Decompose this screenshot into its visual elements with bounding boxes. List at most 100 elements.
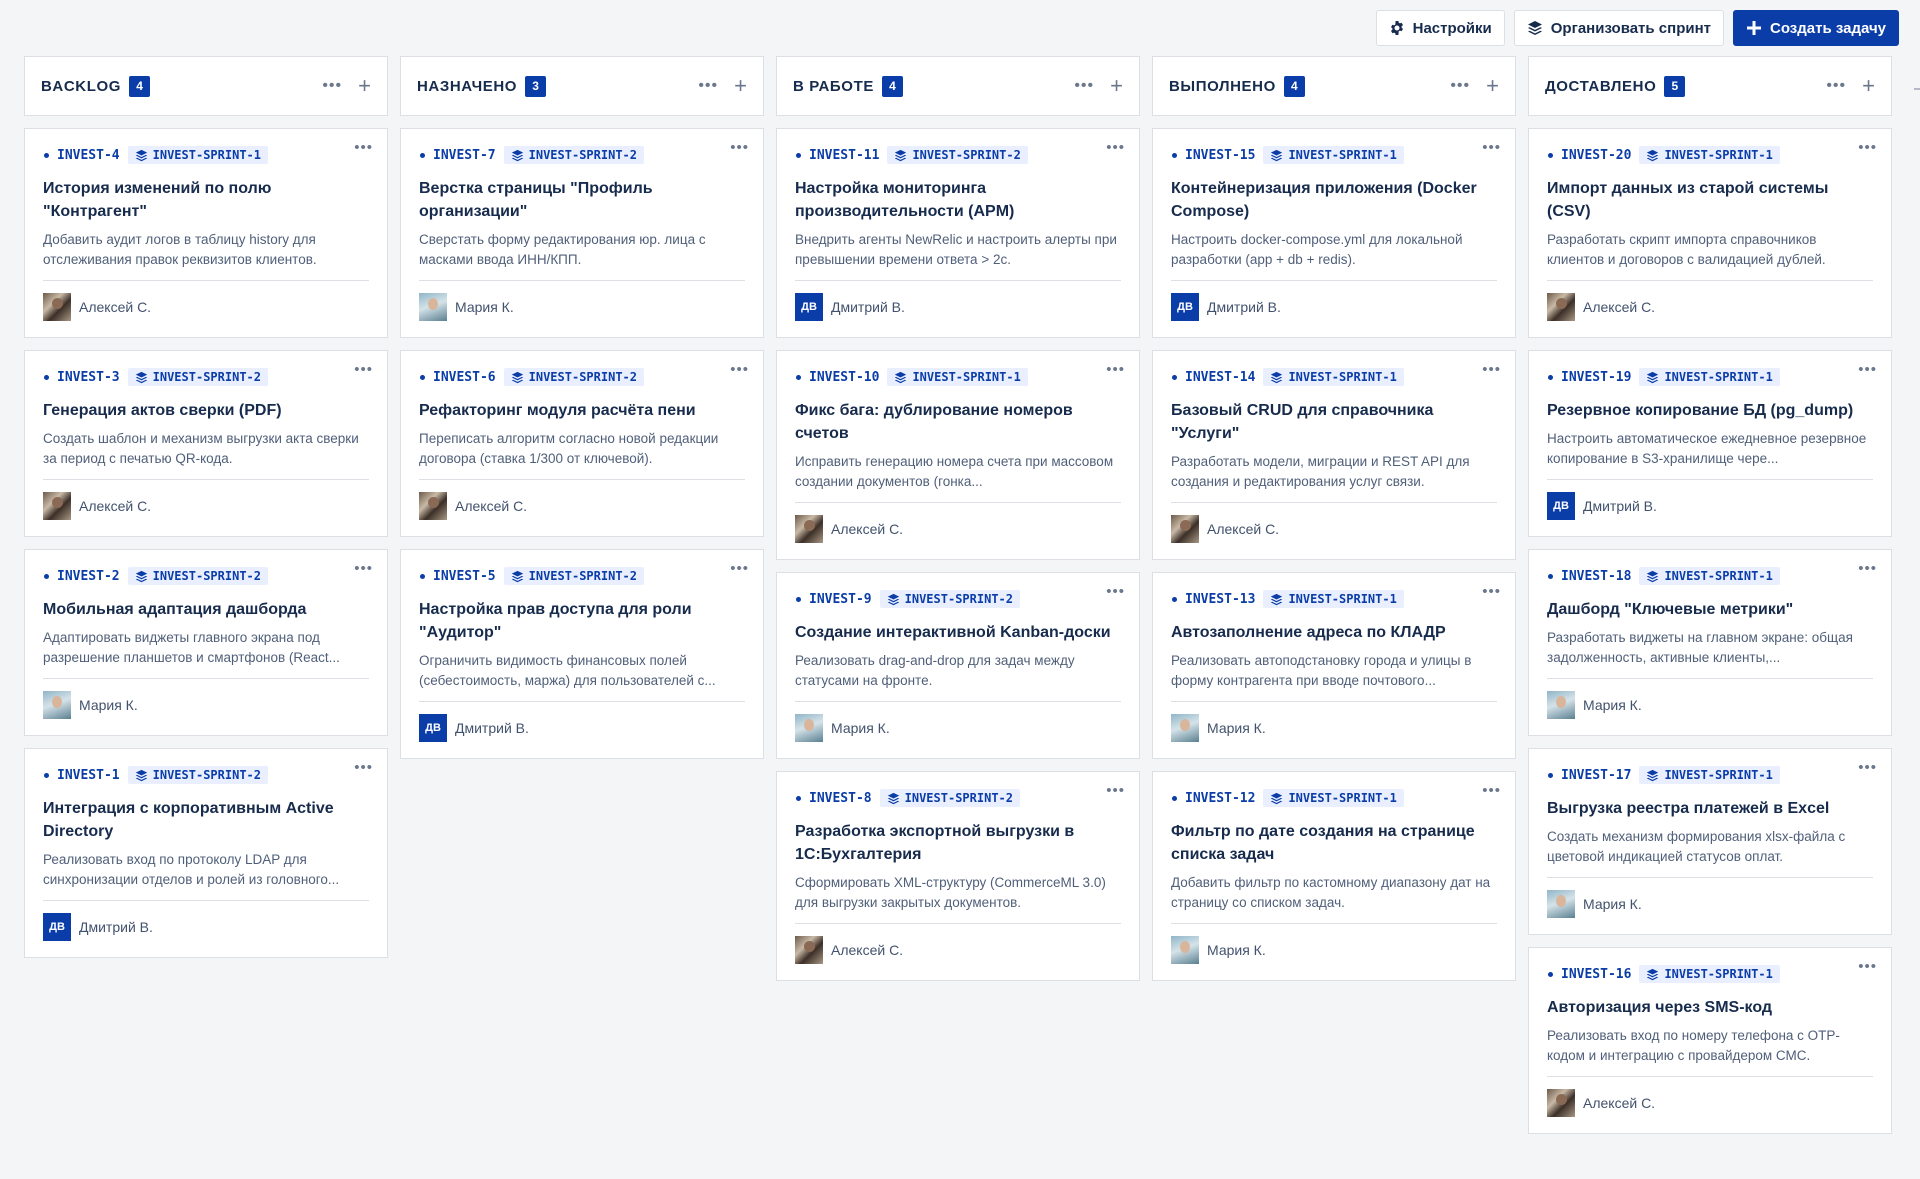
task-card[interactable]: INVEST-11 INVEST-SPRINT-2 ••• Настройка … xyxy=(776,128,1140,338)
card-description: Исправить генерацию номера счета при мас… xyxy=(795,452,1121,503)
assignee-name: Дмитрий В. xyxy=(79,919,153,935)
task-key[interactable]: INVEST-6 xyxy=(433,370,496,385)
card-menu-icon[interactable]: ••• xyxy=(1106,583,1125,600)
assignee-name: Алексей С. xyxy=(831,521,904,537)
task-key[interactable]: INVEST-14 xyxy=(1185,370,1255,385)
card-meta: INVEST-16 INVEST-SPRINT-1 xyxy=(1547,964,1873,984)
task-key[interactable]: INVEST-16 xyxy=(1561,967,1631,982)
task-key[interactable]: INVEST-7 xyxy=(433,148,496,163)
task-key[interactable]: INVEST-5 xyxy=(433,569,496,584)
task-card[interactable]: INVEST-1 INVEST-SPRINT-2 ••• Интеграция … xyxy=(24,748,388,958)
avatar xyxy=(43,293,71,321)
task-card[interactable]: INVEST-10 INVEST-SPRINT-1 ••• Фикс бага:… xyxy=(776,350,1140,560)
task-key[interactable]: INVEST-13 xyxy=(1185,592,1255,607)
add-card-icon[interactable]: + xyxy=(358,75,371,97)
task-card[interactable]: INVEST-18 INVEST-SPRINT-1 ••• Дашборд "К… xyxy=(1528,549,1892,736)
task-key[interactable]: INVEST-18 xyxy=(1561,569,1631,584)
more-horizontal-icon[interactable]: ••• xyxy=(1826,78,1846,94)
column-0: BACKLOG 4 ••• + INVEST-4 INVEST-SPRINT-1… xyxy=(24,56,388,970)
card-title: Базовый CRUD для справочника "Услуги" xyxy=(1171,402,1434,442)
avatar: ДВ xyxy=(43,913,71,941)
task-key[interactable]: INVEST-20 xyxy=(1561,148,1631,163)
layers-icon xyxy=(135,149,147,161)
card-menu-icon[interactable]: ••• xyxy=(1858,759,1877,776)
task-card[interactable]: INVEST-14 INVEST-SPRINT-1 ••• Базовый CR… xyxy=(1152,350,1516,560)
add-card-icon[interactable]: + xyxy=(1110,75,1123,97)
task-card[interactable]: INVEST-17 INVEST-SPRINT-1 ••• Выгрузка р… xyxy=(1528,748,1892,935)
card-menu-icon[interactable]: ••• xyxy=(1106,139,1125,156)
more-horizontal-icon[interactable]: ••• xyxy=(698,78,718,94)
task-card[interactable]: INVEST-16 INVEST-SPRINT-1 ••• Авторизаци… xyxy=(1528,947,1892,1134)
avatar xyxy=(1547,691,1575,719)
card-title: Резервное копирование БД (pg_dump) xyxy=(1547,402,1854,419)
task-card[interactable]: INVEST-8 INVEST-SPRINT-2 ••• Разработка … xyxy=(776,771,1140,981)
task-key[interactable]: INVEST-15 xyxy=(1185,148,1255,163)
task-card[interactable]: INVEST-20 INVEST-SPRINT-1 ••• Импорт дан… xyxy=(1528,128,1892,338)
add-card-icon[interactable]: + xyxy=(1486,75,1499,97)
card-meta: INVEST-5 INVEST-SPRINT-2 xyxy=(419,566,745,586)
card-menu-icon[interactable]: ••• xyxy=(1482,583,1501,600)
sprint-label: INVEST-SPRINT-1 xyxy=(1664,569,1773,583)
card-menu-icon[interactable]: ••• xyxy=(1858,361,1877,378)
card-menu-icon[interactable]: ••• xyxy=(730,560,749,577)
card-title: Контейнеризация приложения (Docker Compo… xyxy=(1171,180,1477,220)
column-header: В РАБОТЕ 4 ••• + xyxy=(776,56,1140,116)
task-key[interactable]: INVEST-3 xyxy=(57,370,120,385)
card-menu-icon[interactable]: ••• xyxy=(1482,782,1501,799)
card-menu-icon[interactable]: ••• xyxy=(354,560,373,577)
card-title: Авторизация через SMS-код xyxy=(1547,999,1773,1016)
settings-button[interactable]: Настройки xyxy=(1375,10,1505,46)
task-key[interactable]: INVEST-19 xyxy=(1561,370,1631,385)
task-card[interactable]: INVEST-6 INVEST-SPRINT-2 ••• Рефакторинг… xyxy=(400,350,764,537)
card-menu-icon[interactable]: ••• xyxy=(354,759,373,776)
card-menu-icon[interactable]: ••• xyxy=(730,139,749,156)
task-key[interactable]: INVEST-4 xyxy=(57,148,120,163)
card-menu-icon[interactable]: ••• xyxy=(1482,139,1501,156)
task-key[interactable]: INVEST-10 xyxy=(809,370,879,385)
more-horizontal-icon[interactable]: ••• xyxy=(1074,78,1094,94)
card-menu-icon[interactable]: ••• xyxy=(1106,361,1125,378)
task-key[interactable]: INVEST-2 xyxy=(57,569,120,584)
card-menu-icon[interactable]: ••• xyxy=(730,361,749,378)
task-key[interactable]: INVEST-8 xyxy=(809,791,872,806)
task-card[interactable]: INVEST-7 INVEST-SPRINT-2 ••• Верстка стр… xyxy=(400,128,764,338)
card-menu-icon[interactable]: ••• xyxy=(354,139,373,156)
task-card[interactable]: INVEST-5 INVEST-SPRINT-2 ••• Настройка п… xyxy=(400,549,764,759)
add-card-icon[interactable]: + xyxy=(1862,75,1875,97)
task-card[interactable]: INVEST-12 INVEST-SPRINT-1 ••• Фильтр по … xyxy=(1152,771,1516,981)
task-card[interactable]: INVEST-9 INVEST-SPRINT-2 ••• Создание ин… xyxy=(776,572,1140,759)
task-key[interactable]: INVEST-1 xyxy=(57,768,120,783)
card-meta: INVEST-3 INVEST-SPRINT-2 xyxy=(43,367,369,387)
task-key[interactable]: INVEST-11 xyxy=(809,148,879,163)
add-card-icon[interactable]: + xyxy=(734,75,747,97)
task-card[interactable]: INVEST-15 INVEST-SPRINT-1 ••• Контейнери… xyxy=(1152,128,1516,338)
card-title: Создание интерактивной Kanban-доски xyxy=(795,624,1111,641)
task-key[interactable]: INVEST-9 xyxy=(809,592,872,607)
assignee-name: Алексей С. xyxy=(79,498,152,514)
task-key[interactable]: INVEST-17 xyxy=(1561,768,1631,783)
card-menu-icon[interactable]: ••• xyxy=(1858,560,1877,577)
assignee-name: Алексей С. xyxy=(831,942,904,958)
sprint-badge: INVEST-SPRINT-2 xyxy=(503,146,644,164)
horizontal-scroll-indicator[interactable] xyxy=(1914,88,1920,90)
task-card[interactable]: INVEST-3 INVEST-SPRINT-2 ••• Генерация а… xyxy=(24,350,388,537)
organize-sprint-button[interactable]: Организовать спринт xyxy=(1513,10,1724,46)
sprint-label: INVEST-SPRINT-1 xyxy=(152,148,261,162)
card-menu-icon[interactable]: ••• xyxy=(1106,782,1125,799)
assignee-name: Алексей С. xyxy=(79,299,152,315)
task-card[interactable]: INVEST-19 INVEST-SPRINT-1 ••• Резервное … xyxy=(1528,350,1892,537)
more-horizontal-icon[interactable]: ••• xyxy=(322,78,342,94)
task-key[interactable]: INVEST-12 xyxy=(1185,791,1255,806)
task-card[interactable]: INVEST-4 INVEST-SPRINT-1 ••• История изм… xyxy=(24,128,388,338)
task-card[interactable]: INVEST-13 INVEST-SPRINT-1 ••• Автозаполн… xyxy=(1152,572,1516,759)
assignee-name: Мария К. xyxy=(455,299,514,315)
sprint-badge: INVEST-SPRINT-2 xyxy=(879,789,1020,807)
more-horizontal-icon[interactable]: ••• xyxy=(1450,78,1470,94)
create-task-button[interactable]: Создать задачу xyxy=(1733,10,1899,46)
card-menu-icon[interactable]: ••• xyxy=(1858,958,1877,975)
task-card[interactable]: INVEST-2 INVEST-SPRINT-2 ••• Мобильная а… xyxy=(24,549,388,736)
card-menu-icon[interactable]: ••• xyxy=(1482,361,1501,378)
card-menu-icon[interactable]: ••• xyxy=(1858,139,1877,156)
card-menu-icon[interactable]: ••• xyxy=(354,361,373,378)
card-assignee: Мария К. xyxy=(1547,691,1873,719)
